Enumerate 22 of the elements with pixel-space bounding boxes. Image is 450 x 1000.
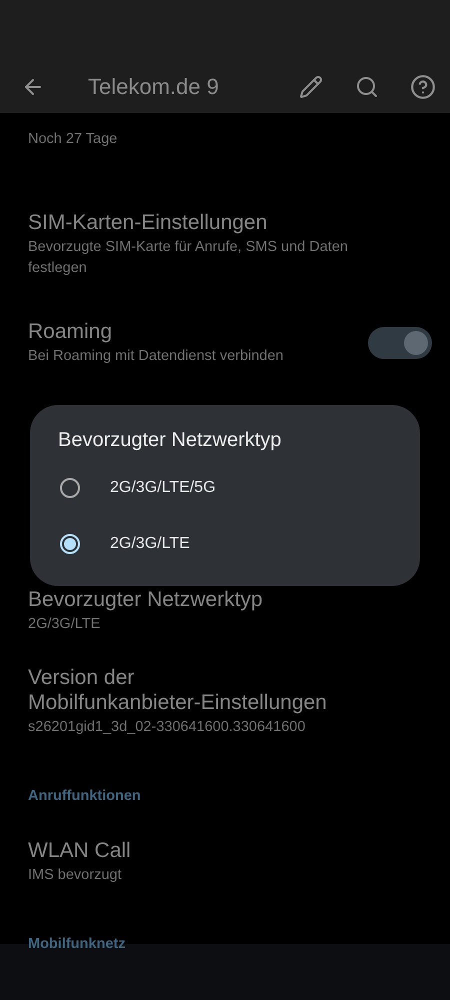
setting-summary: IMS bevorzugt [28, 866, 122, 885]
radio-button[interactable] [60, 478, 80, 498]
setting-title[interactable]: Roaming [28, 319, 352, 344]
setting-title[interactable]: Version der Mobilfunkanbieter-Einstellungen [28, 665, 390, 715]
option-label[interactable]: 2G/3G/LTE [110, 535, 190, 553]
setting-summary: 2G/3G/LTE [28, 615, 102, 634]
radio-button[interactable] [60, 534, 80, 554]
roaming-switch[interactable] [368, 327, 432, 359]
setting-title[interactable]: Bevorzugter Netzwerktyp [28, 587, 390, 612]
setting-title[interactable]: SIM-Karten-Einstellungen [28, 210, 390, 235]
option-label[interactable]: 2G/3G/LTE/5G [110, 479, 216, 497]
section-header: Mobilfunknetz [28, 936, 126, 952]
setting-title[interactable]: WLAN Call [28, 838, 390, 863]
setting-summary: Noch 27 Tage [28, 130, 118, 149]
section-header: Anruffunktionen [28, 788, 141, 804]
setting-summary: Bei Roaming mit Datendienst verbinden [28, 347, 284, 366]
screen-title: Telekom.de 9 [88, 74, 220, 100]
dialog-title: Bevorzugter Netzwerktyp [58, 429, 282, 452]
setting-summary: Bevorzugte SIM-Karte für Anrufe, SMS und Daten festlegen [28, 238, 349, 278]
pencil-icon[interactable] [298, 74, 324, 100]
setting-summary: s26201gid1_3d_02-330641600.330641600 [28, 718, 306, 737]
help-icon[interactable] [410, 74, 436, 100]
